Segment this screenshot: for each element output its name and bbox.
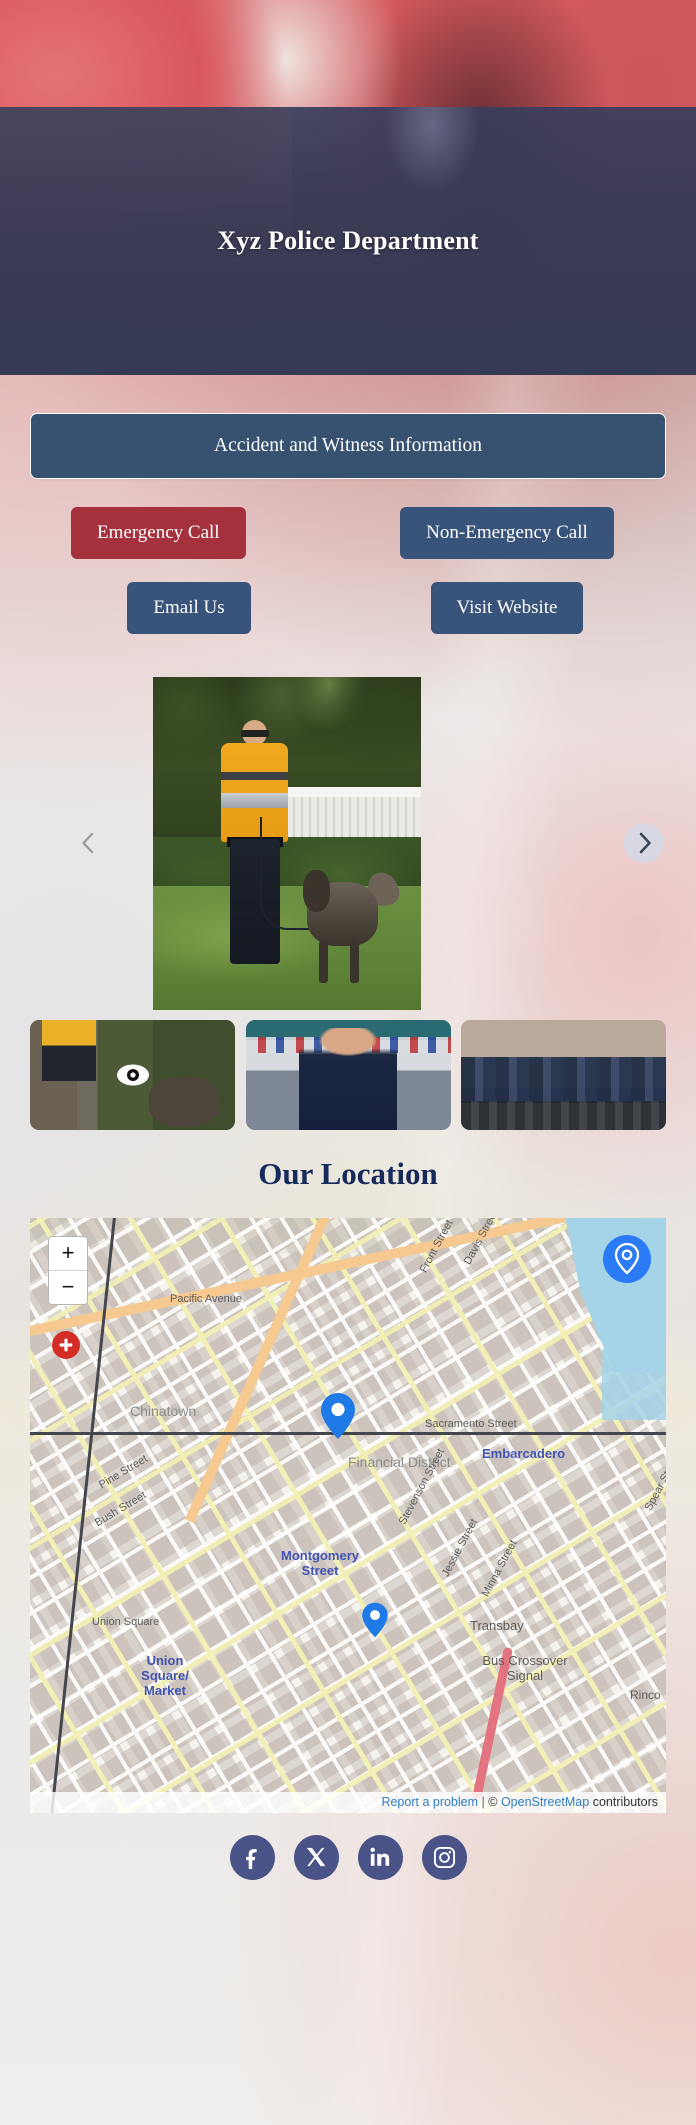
map-geolocate-button[interactable] bbox=[603, 1234, 651, 1283]
eye-icon bbox=[116, 1064, 149, 1086]
map-pin-secondary-icon[interactable] bbox=[362, 1602, 389, 1638]
map-label-transbay: Transbay bbox=[470, 1617, 524, 1633]
map-label-pacific-avenue: Pacific Avenue bbox=[170, 1292, 242, 1305]
map-zoom-out-button[interactable]: − bbox=[49, 1271, 87, 1304]
carousel-thumbnail-strip bbox=[30, 1019, 666, 1130]
map-label-rinco: Rinco bbox=[630, 1687, 661, 1702]
location-pin-icon bbox=[614, 1242, 640, 1275]
plus-icon bbox=[59, 1338, 73, 1352]
page-title: Xyz Police Department bbox=[217, 226, 479, 255]
linkedin-icon bbox=[370, 1847, 390, 1866]
map-poi-marker[interactable] bbox=[52, 1330, 80, 1359]
carousel-thumbnail-3[interactable] bbox=[461, 1019, 666, 1130]
cell-non-emergency: Non-Emergency Call bbox=[348, 507, 666, 559]
carousel-thumbnail-2[interactable] bbox=[245, 1019, 451, 1130]
map-canvas[interactable]: Chinatown Financial District Sacramento … bbox=[30, 1217, 666, 1813]
cell-website: Visit Website bbox=[348, 581, 666, 634]
location-map[interactable]: Chinatown Financial District Sacramento … bbox=[30, 1217, 666, 1813]
quick-action-grid: Emergency Call Non-Emergency Call Email … bbox=[30, 507, 666, 634]
chevron-left-icon bbox=[81, 832, 93, 853]
instagram-icon bbox=[433, 1846, 455, 1868]
x-twitter-link[interactable] bbox=[293, 1834, 339, 1880]
chevron-right-icon bbox=[639, 832, 651, 853]
carousel-next-button[interactable] bbox=[624, 822, 664, 863]
email-us-button[interactable]: Email Us bbox=[127, 581, 251, 634]
openstreetmap-link[interactable]: OpenStreetMap bbox=[501, 1795, 589, 1809]
attribution-contributors: contributors bbox=[592, 1794, 658, 1809]
carousel-active-slide[interactable] bbox=[153, 676, 421, 1010]
map-label-montgomery-street: Montgomery Street bbox=[281, 1547, 359, 1578]
map-zoom-in-button[interactable]: + bbox=[49, 1237, 87, 1270]
our-location-heading: Our Location bbox=[258, 1155, 438, 1191]
map-label-embarcadero: Embarcadero bbox=[482, 1445, 566, 1461]
x-twitter-icon bbox=[306, 1848, 326, 1867]
map-label-chinatown: Chinatown bbox=[130, 1402, 197, 1419]
linkedin-link[interactable] bbox=[357, 1834, 403, 1880]
carousel-thumbnail-1[interactable] bbox=[30, 1019, 235, 1130]
visit-website-button[interactable]: Visit Website bbox=[430, 581, 584, 634]
map-label-bus-crossover-signal: Bus Crossover Signal bbox=[482, 1652, 568, 1683]
map-label-union-square: Union Square bbox=[92, 1615, 160, 1628]
facebook-link[interactable] bbox=[229, 1834, 275, 1880]
k9-officer-photo bbox=[153, 676, 421, 1010]
attribution-copyright: © bbox=[488, 1794, 498, 1809]
image-carousel bbox=[30, 676, 666, 1010]
non-emergency-call-button[interactable]: Non-Emergency Call bbox=[400, 507, 614, 559]
instagram-link[interactable] bbox=[421, 1834, 467, 1880]
report-a-problem-link[interactable]: Report a problem bbox=[381, 1795, 478, 1809]
cell-emergency: Emergency Call bbox=[30, 507, 348, 559]
map-label-union-square-market: Union Square/ Market bbox=[141, 1652, 189, 1698]
accident-witness-information-button[interactable]: Accident and Witness Information bbox=[30, 413, 666, 479]
map-label-sacramento-street: Sacramento Street bbox=[425, 1417, 517, 1430]
carousel-prev-button[interactable] bbox=[67, 823, 107, 863]
map-attribution: Report a problem | © OpenStreetMap contr… bbox=[30, 1791, 666, 1813]
map-zoom-control: + − bbox=[48, 1235, 88, 1305]
main-content: Accident and Witness Information Emergen… bbox=[0, 413, 696, 1192]
site-header: Xyz Police Department bbox=[0, 0, 696, 375]
emergency-call-button[interactable]: Emergency Call bbox=[71, 507, 246, 559]
cell-email: Email Us bbox=[30, 581, 348, 634]
social-links bbox=[0, 1834, 696, 1880]
map-pin-icon[interactable] bbox=[320, 1392, 356, 1440]
facebook-icon bbox=[246, 1849, 257, 1870]
attribution-separator: | bbox=[481, 1794, 485, 1809]
